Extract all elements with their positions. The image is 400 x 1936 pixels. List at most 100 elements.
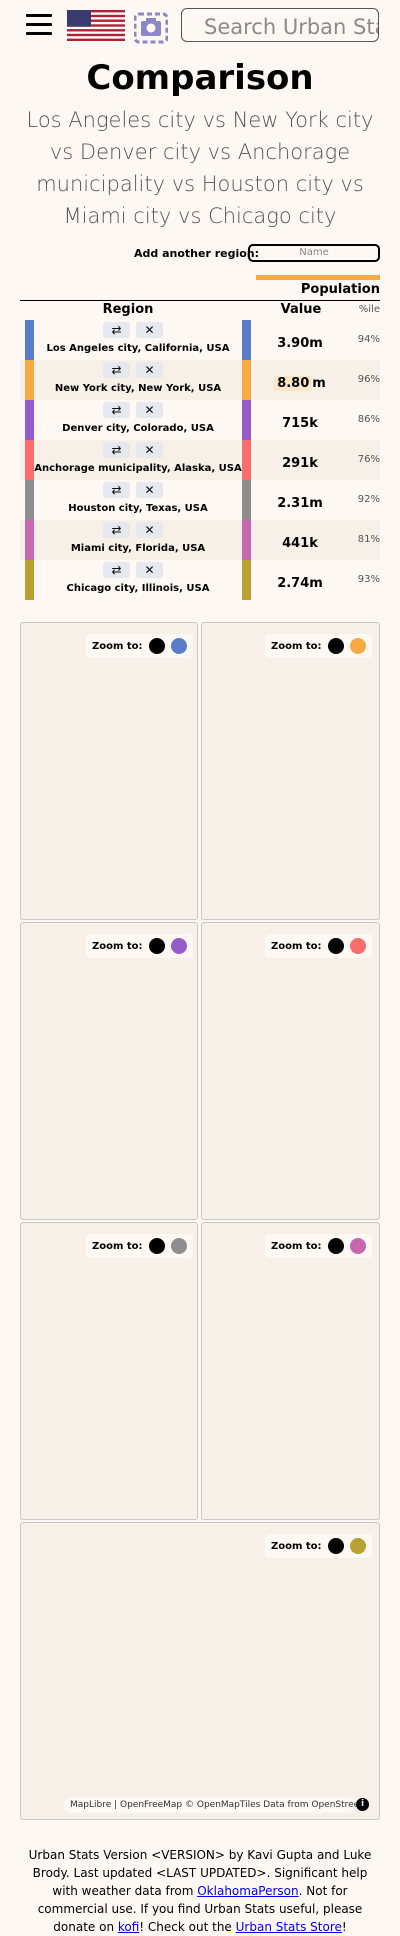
remove-region-button[interactable]: ✕ [136, 562, 163, 578]
map-panel[interactable] [201, 1222, 380, 1520]
close-icon: ✕ [144, 403, 155, 417]
table-row: ⇄ ✕ Houston city, Texas, USA 2.31m 92% [20, 480, 380, 520]
remove-region-button[interactable]: ✕ [136, 482, 163, 498]
map-panel[interactable] [20, 922, 198, 1220]
remove-region-button[interactable]: ✕ [136, 362, 163, 378]
stat-percentile: 94% [357, 334, 380, 345]
region-name[interactable]: Miami city, Florida, USA [34, 543, 242, 554]
region-name[interactable]: New York city, New York, USA [34, 383, 242, 394]
table-row: ⇄ ✕ Los Angeles city, California, USA 3.90m… [20, 320, 380, 360]
store-link[interactable]: Urban Stats Store [236, 1920, 342, 1934]
map-panel[interactable] [20, 622, 198, 920]
table-row: ⇄ ✕ Anchorage municipality, Alaska, USA 291… [20, 440, 380, 480]
replace-icon: ⇄ [111, 563, 122, 577]
stat-percentile: 96% [357, 374, 380, 385]
stat-percentile: 92% [357, 494, 380, 505]
stat-header[interactable]: Population [256, 282, 380, 297]
page-subtitle: Los Angeles city vs New York city vs Den… [26, 108, 374, 228]
kofi-link[interactable]: kofi [118, 1920, 139, 1934]
zoom-control: Zoom to: [265, 634, 372, 658]
header-divider [20, 300, 380, 301]
map-panel[interactable] [20, 1222, 198, 1520]
zoom-region-button[interactable] [349, 638, 366, 654]
zoom-label: Zoom to: [92, 640, 143, 652]
stat-percentile: 93% [357, 574, 380, 585]
map-panel[interactable] [20, 1522, 380, 1820]
zoom-control: Zoom to: [86, 1234, 193, 1258]
zoom-label: Zoom to: [271, 940, 322, 952]
zoom-all-button[interactable] [327, 1238, 344, 1254]
region-color-swatch [242, 560, 251, 600]
region-name[interactable]: Chicago city, Illinois, USA [34, 583, 242, 594]
replace-region-button[interactable]: ⇄ [103, 362, 130, 378]
replace-region-button[interactable]: ⇄ [103, 522, 130, 538]
zoom-label: Zoom to: [271, 1240, 322, 1252]
region-color-swatch [25, 440, 34, 480]
region-name[interactable]: Anchorage municipality, Alaska, USA [34, 463, 242, 474]
close-icon: ✕ [144, 563, 155, 577]
stat-value: 2.31m [251, 496, 349, 511]
region-color-swatch [242, 360, 251, 400]
screenshot-camera-icon[interactable] [133, 8, 169, 44]
map-panel[interactable] [201, 622, 380, 920]
zoom-region-button[interactable] [170, 1238, 187, 1254]
replace-region-button[interactable]: ⇄ [103, 482, 130, 498]
replace-icon: ⇄ [111, 403, 122, 417]
close-icon: ✕ [144, 523, 155, 537]
region-color-swatch [242, 480, 251, 520]
zoom-all-button[interactable] [148, 638, 165, 654]
menu-icon[interactable] [26, 14, 52, 36]
zoom-all-button[interactable] [148, 938, 165, 954]
region-name[interactable]: Houston city, Texas, USA [34, 503, 242, 514]
remove-region-button[interactable]: ✕ [136, 442, 163, 458]
value-number: 3.90 [277, 336, 310, 351]
zoom-all-button[interactable] [327, 1538, 344, 1554]
value-number: 441 [282, 536, 310, 551]
replace-icon: ⇄ [111, 323, 122, 337]
add-region-input[interactable]: Name [248, 244, 380, 262]
info-icon[interactable]: i [356, 1798, 369, 1811]
stat-value: 8.80 m [251, 376, 349, 391]
zoom-all-button[interactable] [327, 938, 344, 954]
stat-value: 3.90m [251, 336, 349, 351]
map-panel[interactable] [201, 922, 380, 1220]
zoom-label: Zoom to: [271, 640, 322, 652]
zoom-control: Zoom to: [86, 934, 193, 958]
zoom-region-button[interactable] [349, 938, 366, 954]
zoom-control: Zoom to: [265, 1234, 372, 1258]
oklahomaperson-link[interactable]: OklahomaPerson [197, 1884, 298, 1898]
value-unit: m [312, 376, 326, 391]
remove-region-button[interactable]: ✕ [136, 402, 163, 418]
close-icon: ✕ [144, 323, 155, 337]
zoom-all-button[interactable] [148, 1238, 165, 1254]
replace-icon: ⇄ [111, 363, 122, 377]
replace-region-button[interactable]: ⇄ [103, 322, 130, 338]
zoom-region-button[interactable] [170, 938, 187, 954]
region-name[interactable]: Denver city, Colorado, USA [34, 423, 242, 434]
search-input[interactable]: Search Urban Stats [181, 8, 379, 42]
region-color-swatch [242, 520, 251, 560]
replace-region-button[interactable]: ⇄ [103, 402, 130, 418]
replace-region-button[interactable]: ⇄ [103, 562, 130, 578]
remove-region-button[interactable]: ✕ [136, 322, 163, 338]
table-row: ⇄ ✕ Denver city, Colorado, USA 715k 86% [20, 400, 380, 440]
map-attribution[interactable]: MapLibre | OpenFreeMap © OpenMapTiles Da… [64, 1797, 356, 1813]
value-number: 291 [282, 456, 310, 471]
zoom-region-button[interactable] [170, 638, 187, 654]
footer-text: ! [341, 1920, 347, 1934]
us-flag-icon[interactable] [67, 10, 125, 41]
footer-text: ! Check out the [139, 1920, 236, 1934]
table-row: ⇄ ✕ New York city, New York, USA 8.80 m 96% [20, 360, 380, 400]
zoom-region-button[interactable] [349, 1238, 366, 1254]
region-name[interactable]: Los Angeles city, California, USA [34, 343, 242, 354]
close-icon: ✕ [144, 443, 155, 457]
col-pct-header: %ile [358, 304, 380, 315]
remove-region-button[interactable]: ✕ [136, 522, 163, 538]
stat-value: 441k [251, 536, 349, 551]
replace-icon: ⇄ [111, 443, 122, 457]
zoom-all-button[interactable] [327, 638, 344, 654]
replace-region-button[interactable]: ⇄ [103, 442, 130, 458]
region-color-swatch [25, 520, 34, 560]
zoom-region-button[interactable] [349, 1538, 366, 1554]
value-unit: m [309, 336, 323, 351]
